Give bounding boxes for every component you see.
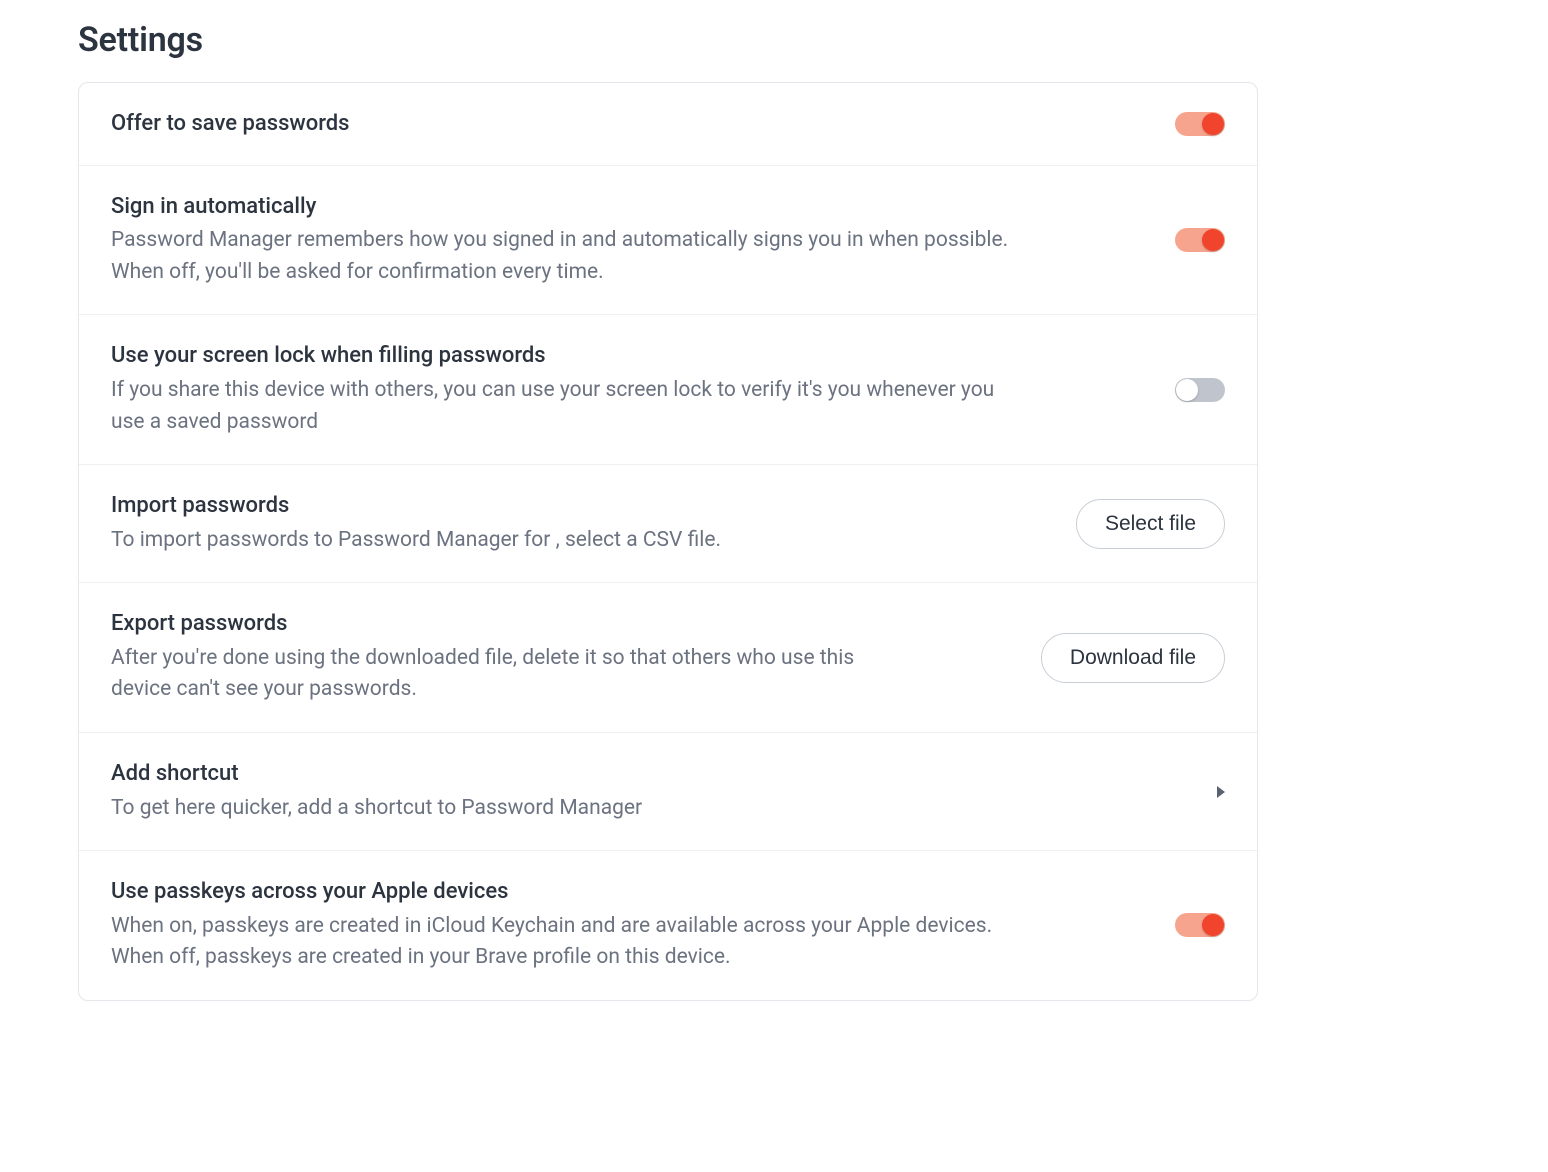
select-file-button[interactable]: Select file — [1076, 499, 1225, 549]
row-description: To import passwords to Password Manager … — [111, 525, 1031, 557]
page-title: Settings — [78, 20, 1258, 60]
download-file-button[interactable]: Download file — [1041, 633, 1225, 683]
row-title: Sign in automatically — [111, 192, 1151, 222]
row-description: When on, passkeys are created in iCloud … — [111, 911, 1031, 974]
toggle-offer-save-passwords[interactable] — [1175, 112, 1225, 136]
row-description: If you share this device with others, yo… — [111, 375, 1031, 438]
row-title: Use passkeys across your Apple devices — [111, 877, 1151, 907]
toggle-sign-in-automatically[interactable] — [1175, 228, 1225, 252]
toggle-passkeys-apple[interactable] — [1175, 913, 1225, 937]
row-description: After you're done using the downloaded f… — [111, 643, 911, 706]
row-title: Offer to save passwords — [111, 109, 1151, 139]
row-export-passwords: Export passwords After you're done using… — [79, 583, 1257, 733]
toggle-screen-lock[interactable] — [1175, 378, 1225, 402]
chevron-right-icon — [1217, 786, 1225, 798]
row-title: Export passwords — [111, 609, 1017, 639]
row-passkeys-apple: Use passkeys across your Apple devices W… — [79, 851, 1257, 1000]
row-sign-in-automatically: Sign in automatically Password Manager r… — [79, 166, 1257, 316]
row-import-passwords: Import passwords To import passwords to … — [79, 465, 1257, 583]
row-description: To get here quicker, add a shortcut to P… — [111, 793, 1031, 825]
row-title: Import passwords — [111, 491, 1052, 521]
row-add-shortcut[interactable]: Add shortcut To get here quicker, add a … — [79, 733, 1257, 851]
row-description: Password Manager remembers how you signe… — [111, 225, 1031, 288]
row-title: Add shortcut — [111, 759, 1193, 789]
row-title: Use your screen lock when filling passwo… — [111, 341, 1151, 371]
row-offer-save-passwords: Offer to save passwords — [79, 83, 1257, 166]
row-screen-lock: Use your screen lock when filling passwo… — [79, 315, 1257, 465]
settings-card: Offer to save passwords Sign in automati… — [78, 82, 1258, 1001]
